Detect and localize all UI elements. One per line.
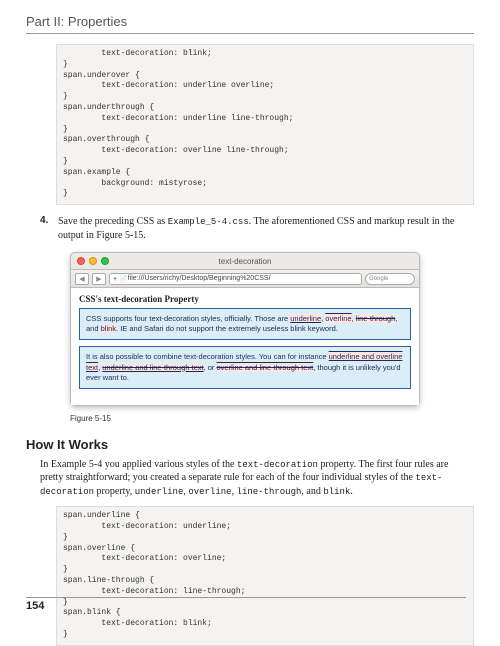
demo-box-1: CSS supports four text-decoration styles… xyxy=(79,308,411,340)
page-heading: CSS's text-decoration Property xyxy=(79,294,411,304)
browser-screenshot: text-decoration ◀ ▶ + 📄 file:///Users/ri… xyxy=(70,252,420,406)
titlebar: text-decoration xyxy=(71,253,419,270)
page-header: Part II: Properties xyxy=(26,14,474,34)
code-block-top: text-decoration: blink; } span.underover… xyxy=(56,44,474,205)
step-4: 4. Save the preceding CSS as Example_5-4… xyxy=(40,215,474,242)
kw2: overline xyxy=(188,487,231,497)
step-number: 4. xyxy=(40,215,58,242)
b1-c: . IE and Safari do not support the extre… xyxy=(116,324,338,333)
combo-underthrough: underline and line-through text xyxy=(102,363,203,372)
kw1: underline xyxy=(135,487,184,497)
window-title: text-decoration xyxy=(71,257,419,266)
search-placeholder: Google xyxy=(369,276,388,282)
forward-button: ▶ xyxy=(92,273,106,285)
demo-box-2: It is also possible to combine text-deco… xyxy=(79,346,411,388)
step-filename: Example_5-4.css xyxy=(168,217,249,227)
how-it-works-para: In Example 5-4 you applied various style… xyxy=(40,458,474,499)
page-number: 154 xyxy=(26,597,466,612)
figure-caption: Figure 5-15 xyxy=(70,414,474,423)
how-it-works-heading: How It Works xyxy=(26,437,474,452)
kw-linethrough: line-through xyxy=(356,314,396,323)
code-block-bottom: span.underline { text-decoration: underl… xyxy=(56,506,474,646)
p1c: property, xyxy=(94,486,135,497)
toolbar: ◀ ▶ + 📄 file:///Users/richy/Desktop/Begi… xyxy=(71,270,419,288)
url-text: file:///Users/richy/Desktop/Beginning%20… xyxy=(128,275,271,282)
kw-underline: underline xyxy=(290,314,321,323)
p1e: . xyxy=(350,486,353,497)
p1a: In Example 5-4 you applied various style… xyxy=(40,459,237,470)
kw3: line-through xyxy=(237,487,302,497)
page-body: CSS's text-decoration Property CSS suppo… xyxy=(71,288,419,405)
step-pre: Save the preceding CSS as xyxy=(58,216,168,227)
b2-a: It is also possible to combine text-deco… xyxy=(86,352,329,361)
prop1: text-decoration xyxy=(237,460,318,470)
b1-a: CSS supports four text-decoration styles… xyxy=(86,314,290,323)
step-text: Save the preceding CSS as Example_5-4.cs… xyxy=(58,215,474,242)
combo-overthrough: overline and line-through text xyxy=(217,363,314,372)
kw4: blink xyxy=(323,487,350,497)
search-bar: Google xyxy=(365,273,415,285)
url-bar: + 📄 file:///Users/richy/Desktop/Beginnin… xyxy=(109,273,362,285)
back-button: ◀ xyxy=(75,273,89,285)
b2-b: , or xyxy=(204,363,217,372)
p1d: , and xyxy=(301,486,323,497)
kw-overline: overline xyxy=(325,314,351,323)
kw-blink: blink xyxy=(101,324,116,333)
